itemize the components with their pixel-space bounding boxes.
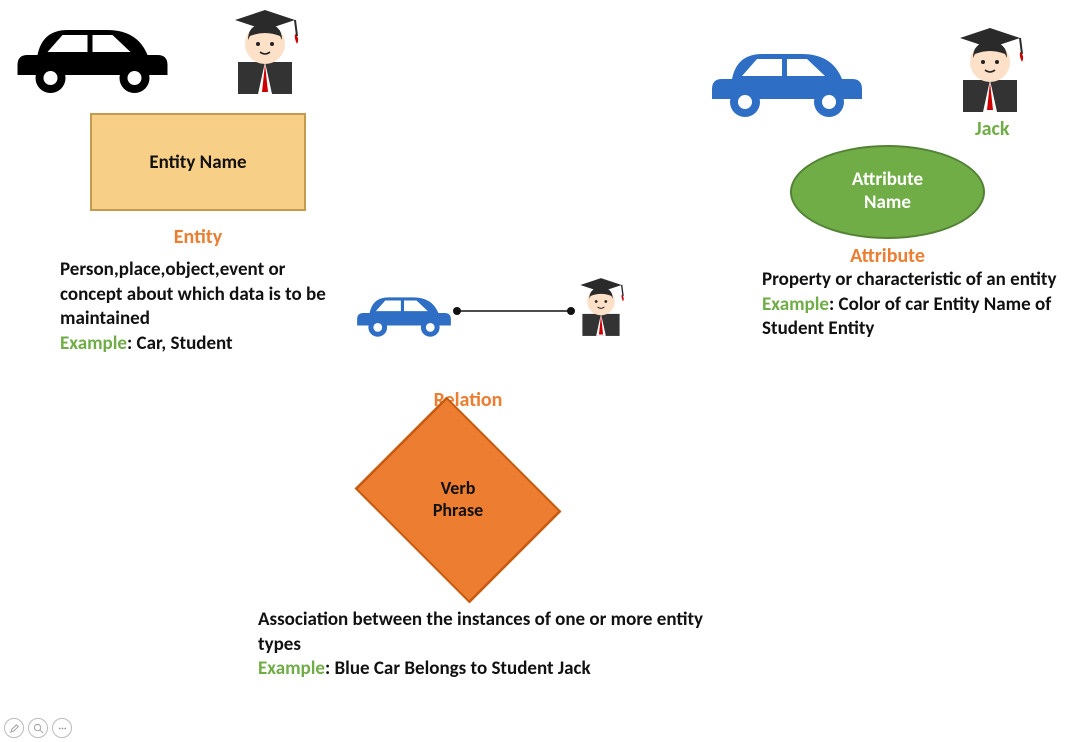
magnify-icon[interactable] xyxy=(28,718,48,738)
diamond-line1: Verb xyxy=(441,477,476,499)
jack-label: Jack xyxy=(975,117,1009,141)
relation-example-label: Example xyxy=(258,657,325,680)
student-icon xyxy=(945,20,1035,120)
attr-ellipse-line2: Name xyxy=(864,191,911,214)
student-icon xyxy=(570,272,632,342)
car-icon xyxy=(354,284,454,342)
relation-title: Relation xyxy=(408,388,528,412)
diamond-line2: Phrase xyxy=(433,499,483,521)
student-icon xyxy=(220,2,310,102)
entity-title: Entity xyxy=(90,225,306,249)
relation-diamond: Verb Phrase xyxy=(358,426,558,574)
entity-name-box: Entity Name xyxy=(90,113,306,211)
attribute-title: Attribute xyxy=(790,244,985,268)
attr-example-label: Example xyxy=(762,293,829,316)
entity-box-label: Entity Name xyxy=(149,151,246,174)
car-icon xyxy=(702,34,872,124)
pen-icon[interactable] xyxy=(4,718,24,738)
attribute-ellipse: Attribute Name xyxy=(790,145,985,239)
car-icon xyxy=(10,10,175,100)
bottom-toolbar xyxy=(4,718,72,738)
entity-example-label: Example xyxy=(60,332,127,355)
more-icon[interactable] xyxy=(52,718,72,738)
attr-ellipse-line1: Attribute xyxy=(852,168,923,191)
attribute-description: Property or characteristic of an entity … xyxy=(762,268,1072,342)
entity-description: Person,place,object,event or concept abo… xyxy=(60,258,350,357)
relation-description: Association between the instances of one… xyxy=(258,608,708,682)
relation-connector xyxy=(452,306,576,316)
